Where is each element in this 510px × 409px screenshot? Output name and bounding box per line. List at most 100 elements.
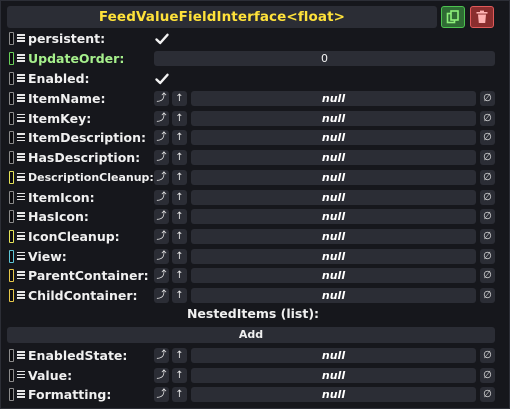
clear-reference-button[interactable]: ∅ <box>480 150 495 166</box>
persistent-checkbox[interactable] <box>154 31 170 47</box>
reset-reference-button[interactable]: ⤴ <box>154 228 169 244</box>
open-reference-button[interactable]: ↑ <box>172 288 187 303</box>
connector-handle[interactable] <box>9 388 14 401</box>
reference-value-field[interactable]: null <box>191 150 476 166</box>
reference-value-field[interactable]: null <box>191 387 476 402</box>
connector-handle[interactable] <box>9 72 14 85</box>
reset-reference-button[interactable]: ⤴ <box>154 130 169 146</box>
reset-reference-button[interactable]: ⤴ <box>154 209 169 225</box>
clear-reference-button[interactable]: ∅ <box>480 110 495 126</box>
connector-handle[interactable] <box>9 52 14 65</box>
reset-reference-button[interactable]: ⤴ <box>154 150 169 166</box>
drag-handle-icon[interactable] <box>17 113 25 124</box>
drag-handle-icon[interactable] <box>17 74 25 84</box>
drag-handle-icon[interactable] <box>17 351 25 361</box>
open-reference-button[interactable]: ↑ <box>172 130 187 146</box>
reference-value-field[interactable]: null <box>191 91 476 106</box>
connector-handle[interactable] <box>9 92 14 105</box>
clear-reference-button[interactable]: ∅ <box>480 189 495 205</box>
open-reference-button[interactable]: ↑ <box>172 367 187 383</box>
reset-reference-button[interactable]: ⤴ <box>154 387 169 402</box>
clear-reference-button[interactable]: ∅ <box>480 91 495 106</box>
reset-reference-button[interactable]: ⤴ <box>154 91 169 106</box>
clear-reference-button[interactable]: ∅ <box>480 367 495 383</box>
open-reference-button[interactable]: ↑ <box>172 110 187 126</box>
update-order-input[interactable]: 0 <box>154 51 495 66</box>
drag-handle-icon[interactable] <box>17 291 25 301</box>
connector-handle[interactable] <box>9 368 14 382</box>
reset-reference-button[interactable]: ⤴ <box>154 189 169 205</box>
connector-handle[interactable] <box>9 210 14 224</box>
enabled-checkbox[interactable] <box>154 71 170 87</box>
open-reference-button[interactable]: ↑ <box>172 150 187 166</box>
component-header[interactable]: FeedValueFieldInterface<float> <box>7 6 437 28</box>
field-label: EnabledState: <box>28 348 128 363</box>
reset-reference-button[interactable]: ⤴ <box>154 367 169 383</box>
delete-button[interactable] <box>470 6 494 28</box>
reference-value-field[interactable]: null <box>191 348 476 363</box>
drag-handle-icon[interactable] <box>17 212 25 222</box>
open-reference-button[interactable]: ↑ <box>172 91 187 106</box>
drag-handle-icon[interactable] <box>17 172 25 183</box>
duplicate-button[interactable] <box>441 6 465 28</box>
connector-handle[interactable] <box>9 111 14 125</box>
clear-reference-button[interactable]: ∅ <box>480 130 495 146</box>
clear-reference-button[interactable]: ∅ <box>480 228 495 244</box>
drag-handle-icon[interactable] <box>17 133 25 143</box>
drag-handle-icon[interactable] <box>17 54 25 64</box>
connector-handle[interactable] <box>9 190 14 204</box>
drag-handle-icon[interactable] <box>17 231 25 242</box>
reference-field-row: Formatting: ⤴ ↑ null ∅ <box>7 386 499 404</box>
open-reference-button[interactable]: ↑ <box>172 228 187 244</box>
connector-handle[interactable] <box>9 131 14 145</box>
clear-reference-button[interactable]: ∅ <box>480 248 495 264</box>
open-reference-button[interactable]: ↑ <box>172 387 187 402</box>
add-button[interactable]: Add <box>7 327 495 343</box>
reference-value-field[interactable]: null <box>191 189 476 205</box>
drag-handle-icon[interactable] <box>17 271 25 281</box>
open-reference-button[interactable]: ↑ <box>172 348 187 363</box>
connector-handle[interactable] <box>9 269 14 283</box>
reset-reference-button[interactable]: ⤴ <box>154 110 169 126</box>
drag-handle-icon[interactable] <box>17 192 25 203</box>
connector-handle[interactable] <box>9 32 14 45</box>
clear-reference-button[interactable]: ∅ <box>480 268 495 284</box>
drag-handle-icon[interactable] <box>17 390 25 400</box>
connector-handle[interactable] <box>9 289 14 302</box>
reference-value-field[interactable]: null <box>191 228 476 244</box>
clear-reference-button[interactable]: ∅ <box>480 348 495 363</box>
drag-handle-icon[interactable] <box>17 251 25 262</box>
open-reference-button[interactable]: ↑ <box>172 189 187 205</box>
reset-reference-button[interactable]: ⤴ <box>154 248 169 264</box>
clear-reference-button[interactable]: ∅ <box>480 387 495 402</box>
open-reference-button[interactable]: ↑ <box>172 268 187 284</box>
reset-reference-button[interactable]: ⤴ <box>154 268 169 284</box>
reset-reference-button[interactable]: ⤴ <box>154 169 169 185</box>
reference-value-field[interactable]: null <box>191 169 476 185</box>
connector-handle[interactable] <box>9 349 14 362</box>
open-reference-button[interactable]: ↑ <box>172 248 187 264</box>
field-label: UpdateOrder: <box>28 51 125 66</box>
connector-handle[interactable] <box>9 229 14 243</box>
reference-value-field[interactable]: null <box>191 288 476 303</box>
connector-handle[interactable] <box>9 151 14 165</box>
connector-handle[interactable] <box>9 170 14 184</box>
reset-reference-button[interactable]: ⤴ <box>154 348 169 363</box>
reference-value-field[interactable]: null <box>191 130 476 146</box>
reference-value-field[interactable]: null <box>191 110 476 126</box>
open-reference-button[interactable]: ↑ <box>172 209 187 225</box>
drag-handle-icon[interactable] <box>17 153 25 163</box>
clear-reference-button[interactable]: ∅ <box>480 169 495 185</box>
connector-handle[interactable] <box>9 249 14 263</box>
reset-reference-button[interactable]: ⤴ <box>154 288 169 303</box>
drag-handle-icon[interactable] <box>17 94 25 104</box>
reference-value-field[interactable]: null <box>191 367 476 383</box>
open-reference-button[interactable]: ↑ <box>172 169 187 185</box>
reference-value-field[interactable]: null <box>191 268 476 284</box>
reference-value-field[interactable]: null <box>191 209 476 225</box>
drag-handle-icon[interactable] <box>17 370 25 381</box>
drag-handle-icon[interactable] <box>17 34 25 44</box>
clear-reference-button[interactable]: ∅ <box>480 209 495 225</box>
clear-reference-button[interactable]: ∅ <box>480 288 495 303</box>
reference-value-field[interactable]: null <box>191 248 476 264</box>
